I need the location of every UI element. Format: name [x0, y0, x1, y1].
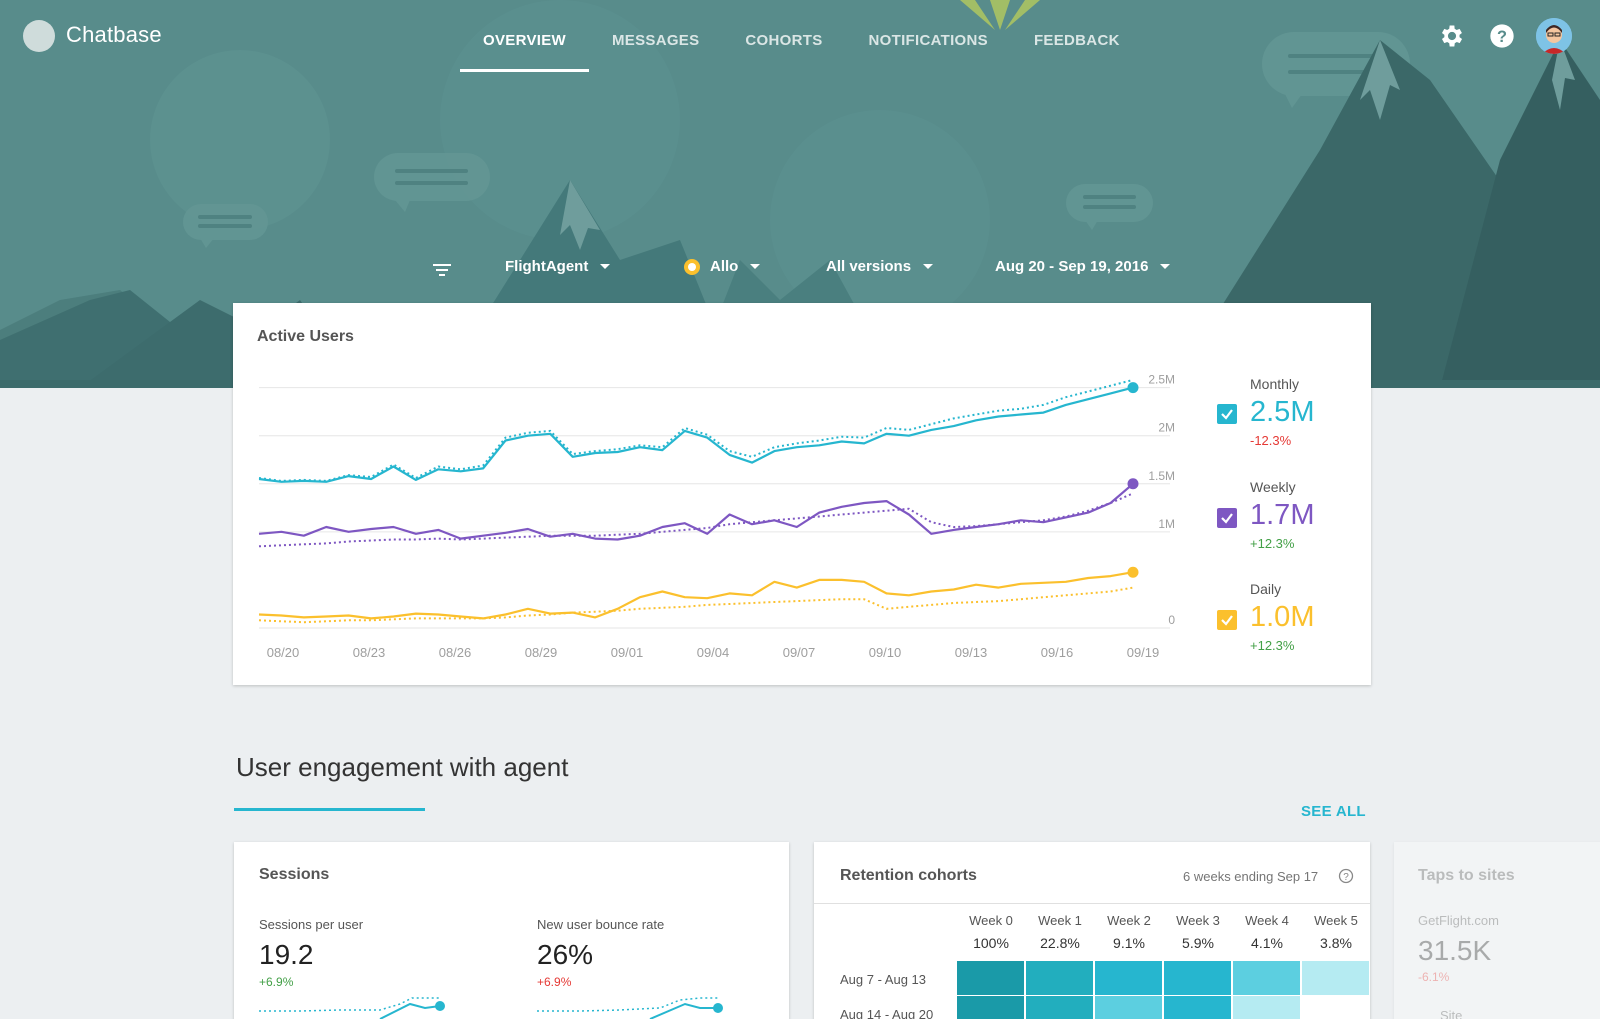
checkmark-icon: [1221, 615, 1233, 626]
legend-daily-checkbox[interactable]: [1217, 610, 1237, 630]
retention-cell[interactable]: [957, 961, 1024, 995]
sessions-per-user-label: Sessions per user: [259, 917, 364, 932]
retention-cell[interactable]: [1026, 961, 1093, 995]
retention-week-percent: 5.9%: [1182, 935, 1214, 951]
retention-cell[interactable]: [1095, 996, 1162, 1019]
x-tick-label: 09/07: [783, 645, 816, 660]
retention-row-label: Aug 14 - Aug 20: [840, 1007, 934, 1019]
legend-weekly-checkbox[interactable]: [1217, 508, 1237, 528]
x-tick-label: 09/01: [611, 645, 644, 660]
retention-week-percent: 22.8%: [1040, 935, 1080, 951]
see-all-link[interactable]: SEE ALL: [1301, 803, 1366, 820]
x-tick-label: 09/04: [697, 645, 730, 660]
retention-cell[interactable]: [1302, 996, 1369, 1019]
x-tick-label: 09/13: [955, 645, 988, 660]
x-tick-label: 09/19: [1127, 645, 1160, 660]
retention-title: Retention cohorts: [840, 867, 977, 884]
x-tick-label: 08/26: [439, 645, 472, 660]
y-tick-label: 1.5M: [1148, 469, 1175, 483]
y-tick-label: 2M: [1158, 421, 1175, 435]
series-daily-end-dot: [1127, 566, 1139, 578]
section-underline: [234, 808, 425, 811]
sessions-title: Sessions: [259, 866, 330, 883]
x-tick-label: 08/20: [267, 645, 300, 660]
legend-weekly-label: Weekly: [1250, 479, 1296, 495]
checkmark-icon: [1221, 409, 1233, 420]
retention-cell[interactable]: [1164, 961, 1231, 995]
retention-week-header: Week 5: [1314, 913, 1358, 928]
x-tick-label: 09/10: [869, 645, 902, 660]
x-tick-label: 09/16: [1041, 645, 1074, 660]
help-outline-icon[interactable]: ?: [1338, 868, 1354, 884]
retention-cell[interactable]: [1233, 996, 1300, 1019]
x-tick-label: 08/29: [525, 645, 558, 660]
bounce-rate-value: 26%: [537, 939, 594, 970]
retention-cell[interactable]: [1233, 961, 1300, 995]
legend-monthly-change: -12.3%: [1250, 433, 1292, 448]
retention-cell[interactable]: [1095, 961, 1162, 995]
legend-monthly-checkbox[interactable]: [1217, 404, 1237, 424]
taps-value: 31.5K: [1418, 935, 1492, 966]
bounce-rate-label: New user bounce rate: [537, 917, 665, 932]
sessions-per-user-value: 19.2: [259, 939, 314, 970]
retention-week-percent: 4.1%: [1251, 935, 1283, 951]
x-tick-label: 08/23: [353, 645, 386, 660]
series-weekly-end-dot: [1127, 478, 1139, 490]
legend-monthly-value: 2.5M: [1250, 396, 1315, 428]
series-weekly-prev: [258, 492, 1134, 548]
retention-cell[interactable]: [1164, 996, 1231, 1019]
engagement-section-title: User engagement with agent: [236, 752, 569, 782]
legend-daily-change: +12.3%: [1250, 638, 1295, 653]
series-weekly: [258, 482, 1134, 541]
sessions-per-user-change: +6.9%: [259, 975, 294, 989]
y-tick-label: 0: [1168, 613, 1175, 627]
retention-cell[interactable]: [1026, 996, 1093, 1019]
series-monthly-end-dot: [1127, 382, 1139, 394]
retention-week-header: Week 3: [1176, 913, 1220, 928]
retention-subtitle: 6 weeks ending Sep 17: [1183, 869, 1319, 884]
bounce-rate-change: +6.9%: [537, 975, 572, 989]
legend-weekly-value: 1.7M: [1250, 499, 1315, 531]
series-daily: [258, 571, 1134, 620]
y-tick-label: 2.5M: [1148, 373, 1175, 387]
retention-week-header: Week 0: [969, 913, 1013, 928]
retention-divider: [814, 903, 1370, 904]
taps-site-label: GetFlight.com: [1418, 913, 1499, 928]
legend-daily-value: 1.0M: [1250, 601, 1315, 633]
taps-title: Taps to sites: [1418, 867, 1515, 884]
retention-week-header: Week 4: [1245, 913, 1289, 928]
series-monthly-prev: [258, 378, 1134, 482]
svg-text:?: ?: [1343, 872, 1349, 883]
retention-week-percent: 9.1%: [1113, 935, 1145, 951]
retention-week-percent: 100%: [973, 935, 1009, 951]
taps-change: -6.1%: [1418, 970, 1450, 984]
active-users-chart: 0 1M 1.5M 2M 2.5M 08/20 08/23 08/26 08/29 09/01 09…: [258, 373, 1175, 660]
retention-week-header: Week 2: [1107, 913, 1151, 928]
series-monthly: [258, 386, 1134, 483]
legend-monthly-label: Monthly: [1250, 376, 1300, 392]
legend-weekly-change: +12.3%: [1250, 536, 1295, 551]
checkmark-icon: [1221, 513, 1233, 524]
retention-week-percent: 3.8%: [1320, 935, 1352, 951]
retention-cell[interactable]: [1302, 961, 1369, 995]
retention-cell[interactable]: [957, 996, 1024, 1019]
retention-week-header: Week 1: [1038, 913, 1082, 928]
y-tick-label: 1M: [1158, 517, 1175, 531]
retention-row-label: Aug 7 - Aug 13: [840, 972, 927, 987]
taps-footer-label: Site: [1440, 1008, 1463, 1019]
legend-daily-label: Daily: [1250, 581, 1282, 597]
